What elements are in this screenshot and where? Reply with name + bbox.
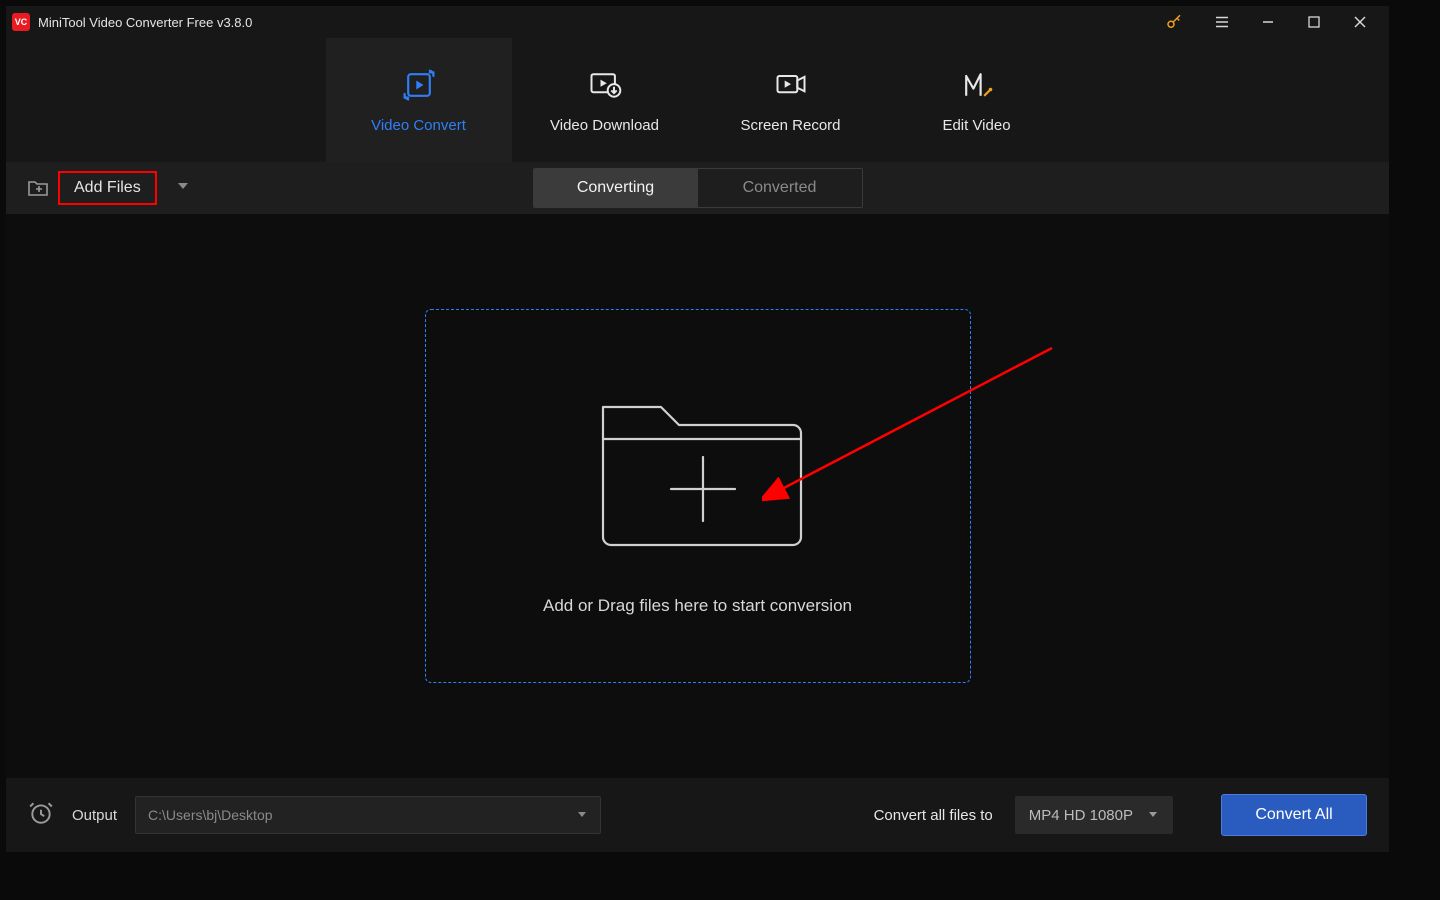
tab-screen-record[interactable]: Screen Record <box>698 38 884 162</box>
dropzone[interactable]: Add or Drag files here to start conversi… <box>425 309 971 683</box>
output-path-text: C:\Users\bj\Desktop <box>148 807 272 823</box>
hamburger-icon[interactable] <box>1199 6 1245 38</box>
clock-icon[interactable] <box>28 800 54 831</box>
tab-label: Screen Record <box>740 117 840 134</box>
tab-label: Video Download <box>550 117 659 134</box>
edit-video-icon <box>959 67 995 103</box>
toolbar: Add Files Converting Converted <box>6 162 1389 214</box>
convert-all-to-label: Convert all files to <box>874 807 993 824</box>
format-selected-text: MP4 HD 1080P <box>1029 807 1133 824</box>
convert-all-button[interactable]: Convert All <box>1221 794 1367 836</box>
chevron-down-icon <box>1147 807 1159 824</box>
titlebar: VC MiniTool Video Converter Free v3.8.0 <box>6 6 1389 38</box>
key-icon[interactable] <box>1151 6 1197 38</box>
tab-edit-video[interactable]: Edit Video <box>884 38 1070 162</box>
app-logo-icon: VC <box>12 13 30 31</box>
maximize-button[interactable] <box>1291 6 1337 38</box>
segment-converted[interactable]: Converted <box>698 169 862 207</box>
nav-header: Video Convert Video Download <box>6 38 1389 162</box>
tab-video-download[interactable]: Video Download <box>512 38 698 162</box>
tab-label: Edit Video <box>942 117 1010 134</box>
screen-record-icon <box>773 67 809 103</box>
tab-label: Video Convert <box>371 117 466 134</box>
main-area: Add or Drag files here to start conversi… <box>6 214 1389 778</box>
chevron-down-icon[interactable] <box>175 178 191 199</box>
add-files-button[interactable]: Add Files <box>58 171 157 205</box>
app-window: VC MiniTool Video Converter Free v3.8.0 <box>6 6 1389 852</box>
folder-plus-icon[interactable] <box>22 172 54 204</box>
minimize-button[interactable] <box>1245 6 1291 38</box>
format-select[interactable]: MP4 HD 1080P <box>1015 796 1173 834</box>
close-button[interactable] <box>1337 6 1383 38</box>
segmented-control: Converting Converted <box>533 168 863 208</box>
dropzone-text: Add or Drag files here to start conversi… <box>543 596 852 616</box>
window-controls <box>1151 6 1383 38</box>
tab-video-convert[interactable]: Video Convert <box>326 38 512 162</box>
chevron-down-icon <box>576 807 588 823</box>
output-path-select[interactable]: C:\Users\bj\Desktop <box>135 796 601 834</box>
folder-plus-large-icon <box>593 377 803 562</box>
footer: Output C:\Users\bj\Desktop Convert all f… <box>6 778 1389 852</box>
output-label: Output <box>72 807 117 824</box>
download-play-icon <box>587 67 623 103</box>
segment-converting[interactable]: Converting <box>534 169 698 207</box>
refresh-play-icon <box>401 67 437 103</box>
app-title: MiniTool Video Converter Free v3.8.0 <box>38 15 252 30</box>
